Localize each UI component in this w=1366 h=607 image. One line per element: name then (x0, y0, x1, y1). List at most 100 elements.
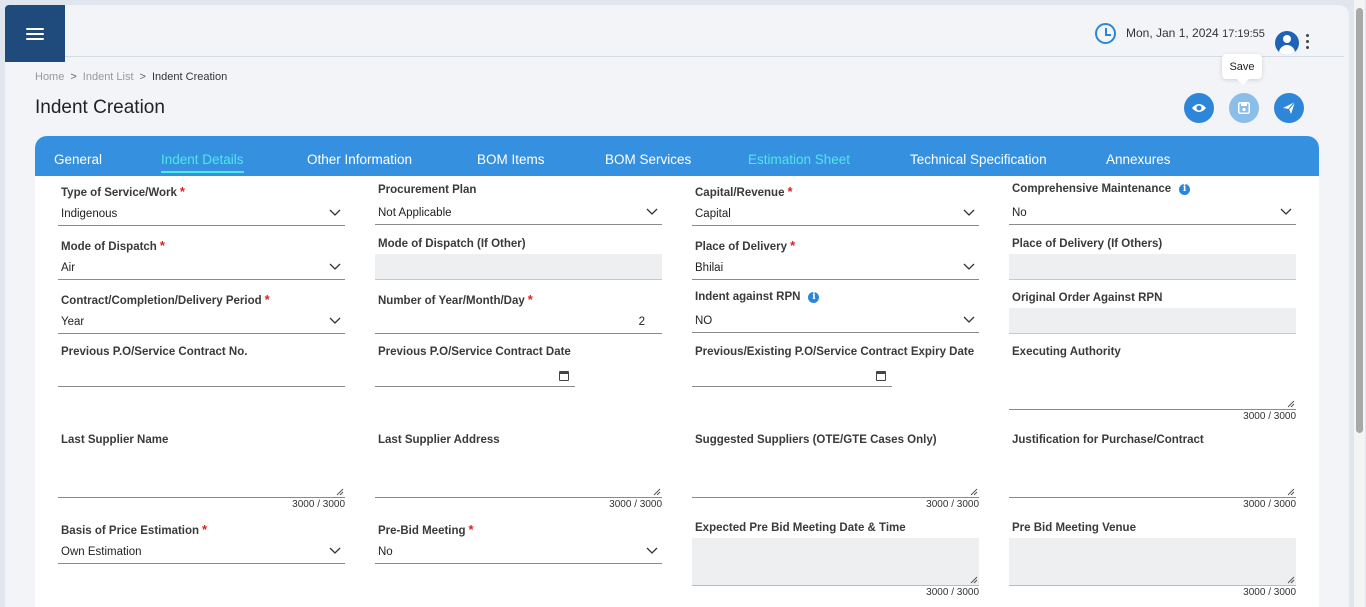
breadcrumb-home[interactable]: Home (35, 71, 64, 83)
previous-po-expiry-input[interactable] (692, 365, 892, 387)
chevron-down-icon (329, 547, 341, 554)
last-supplier-name-textarea[interactable] (58, 450, 345, 498)
pre-bid-venue-label: Pre Bid Meeting Venue (1012, 522, 1136, 534)
place-of-delivery-others-input (1009, 254, 1296, 280)
contract-period-label: Contract/Completion/Delivery Period * (61, 292, 270, 307)
pre-bid-meeting-select[interactable]: No (375, 540, 662, 564)
tab-technical-specification[interactable]: Technical Specification (910, 152, 1047, 171)
comprehensive-maintenance-label: Comprehensive Maintenance i (1012, 183, 1191, 195)
submit-button[interactable] (1274, 93, 1304, 123)
user-avatar-icon[interactable] (1275, 31, 1299, 55)
current-time: 17:19:55 (1222, 28, 1265, 40)
previous-po-date-input[interactable] (375, 365, 575, 387)
required-mark: * (527, 292, 533, 307)
last-supplier-address-textarea[interactable] (375, 450, 662, 498)
chevron-down-icon (329, 263, 341, 270)
calendar-icon[interactable] (559, 371, 569, 381)
capital-revenue-select[interactable]: Capital (692, 202, 979, 226)
info-icon[interactable]: i (1179, 184, 1191, 195)
calendar-icon[interactable] (876, 371, 886, 381)
tab-other-information[interactable]: Other Information (307, 152, 412, 171)
resize-grip-icon[interactable] (970, 488, 978, 496)
scrollbar-thumb[interactable] (1356, 8, 1363, 433)
executing-authority-textarea[interactable] (1009, 362, 1296, 410)
chevron-down-icon (329, 209, 341, 216)
chevron-down-icon (329, 317, 341, 324)
breadcrumb-separator: > (70, 71, 77, 83)
save-button[interactable] (1229, 93, 1259, 123)
info-icon[interactable]: i (808, 292, 820, 303)
required-mark: * (179, 184, 185, 199)
original-order-rpn-input (1009, 308, 1296, 334)
procurement-plan-select[interactable]: Not Applicable (375, 201, 662, 225)
mode-of-dispatch-select[interactable]: Air (58, 256, 345, 280)
justification-textarea[interactable] (1009, 450, 1296, 498)
previous-po-expiry-label: Previous/Existing P.O/Service Contract E… (695, 346, 975, 358)
basis-price-estimation-select[interactable]: Own Estimation (58, 540, 345, 564)
mode-of-dispatch-other-input (375, 254, 662, 280)
resize-grip-icon[interactable] (1287, 488, 1295, 496)
justification-counter: 3000 / 3000 (1243, 499, 1296, 510)
indent-against-rpn-select[interactable]: NO (692, 309, 979, 333)
tab-bom-services[interactable]: BOM Services (605, 152, 691, 171)
resize-grip-icon (1287, 576, 1295, 584)
suggested-suppliers-textarea[interactable] (692, 450, 979, 498)
type-of-service-label: Type of Service/Work * (61, 184, 185, 199)
capital-revenue-label: Capital/Revenue * (695, 184, 793, 199)
resize-grip-icon[interactable] (1287, 400, 1295, 408)
place-of-delivery-others-label: Place of Delivery (If Others) (1012, 238, 1163, 250)
justification-label: Justification for Purchase/Contract (1012, 434, 1204, 446)
tab-bar: General Indent Details Other Information… (35, 136, 1319, 176)
chevron-down-icon (963, 316, 975, 323)
required-mark: * (790, 238, 796, 253)
tab-estimation-sheet[interactable]: Estimation Sheet (748, 152, 850, 171)
chevron-down-icon (646, 208, 658, 215)
send-icon (1283, 101, 1296, 114)
suggested-suppliers-label: Suggested Suppliers (OTE/GTE Cases Only) (695, 434, 937, 446)
pre-bid-datetime-textarea (692, 538, 979, 586)
pre-bid-datetime-counter: 3000 / 3000 (926, 587, 979, 598)
required-mark: * (787, 184, 793, 199)
executing-authority-counter: 3000 / 3000 (1243, 411, 1296, 422)
basis-price-estimation-label: Basis of Price Estimation * (61, 522, 208, 537)
number-period-input[interactable]: 2 (375, 310, 662, 334)
chevron-down-icon (963, 263, 975, 270)
menu-icon (26, 25, 44, 43)
procurement-plan-label: Procurement Plan (378, 184, 477, 196)
required-mark: * (159, 238, 165, 253)
resize-grip-icon[interactable] (653, 488, 661, 496)
indent-against-rpn-label: Indent against RPN i (695, 291, 820, 303)
chevron-down-icon (963, 209, 975, 216)
mode-of-dispatch-label: Mode of Dispatch * (61, 238, 165, 253)
breadcrumb-separator: > (139, 71, 146, 83)
resize-grip-icon[interactable] (336, 488, 344, 496)
breadcrumb-current: Indent Creation (151, 71, 228, 83)
required-mark: * (468, 522, 474, 537)
tab-general[interactable]: General (54, 152, 102, 171)
place-of-delivery-select[interactable]: Bhilai (692, 256, 979, 280)
header-divider (65, 56, 1344, 57)
last-supplier-address-label: Last Supplier Address (378, 434, 500, 446)
chevron-down-icon (1280, 208, 1292, 215)
hamburger-menu-button[interactable] (5, 5, 65, 62)
more-options-icon[interactable] (1306, 34, 1310, 50)
indent-form-card: General Indent Details Other Information… (35, 136, 1319, 607)
contract-period-select[interactable]: Year (58, 310, 345, 334)
breadcrumb-indent-list[interactable]: Indent List (83, 71, 134, 83)
tab-bom-items[interactable]: BOM Items (477, 152, 545, 171)
number-period-label: Number of Year/Month/Day * (378, 292, 533, 307)
save-icon (1238, 102, 1250, 114)
type-of-service-select[interactable]: Indigenous (58, 202, 345, 226)
clock-icon (1095, 23, 1116, 44)
tab-indent-details[interactable]: Indent Details (161, 152, 244, 173)
preview-button[interactable] (1184, 93, 1214, 123)
breadcrumb: Home > Indent List > Indent Creation (35, 71, 227, 83)
tab-annexures[interactable]: Annexures (1106, 152, 1171, 171)
last-supplier-name-label: Last Supplier Name (61, 434, 169, 446)
page-scrollbar[interactable] (1354, 0, 1365, 607)
current-datetime: Mon, Jan 1, 2024 17:19:55 (1126, 26, 1265, 40)
save-tooltip: Save (1222, 54, 1262, 85)
previous-po-no-input[interactable] (58, 363, 345, 387)
comprehensive-maintenance-select[interactable]: No (1009, 201, 1296, 225)
previous-po-no-label: Previous P.O/Service Contract No. (61, 346, 248, 358)
